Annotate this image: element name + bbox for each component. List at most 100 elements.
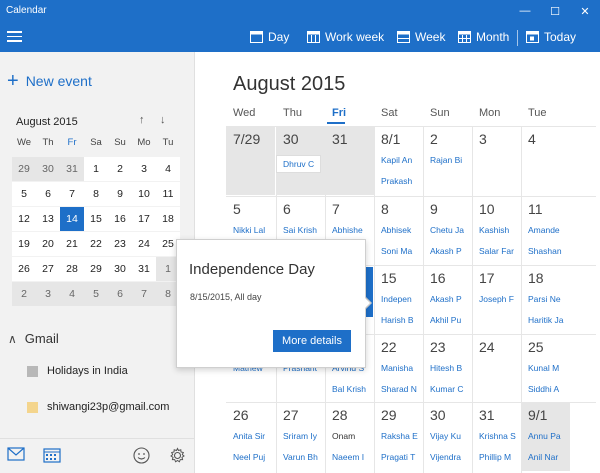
mini-calendar-day[interactable]: 23 [108, 232, 132, 256]
mini-calendar-day[interactable]: 22 [84, 232, 108, 256]
day-cell-number[interactable]: 9/1 [528, 407, 547, 423]
account-header[interactable]: ∧ Gmail [8, 331, 59, 346]
maximize-button[interactable]: ☐ [540, 0, 570, 22]
event-item[interactable]: Indepen [381, 294, 422, 304]
minimize-button[interactable]: — [510, 0, 540, 22]
event-item[interactable]: Rajan Bi [430, 155, 471, 165]
event-item[interactable]: Hitesh B [430, 363, 471, 373]
mini-calendar-title[interactable]: August 2015 [16, 116, 78, 128]
mini-calendar-day[interactable]: 2 [108, 157, 132, 181]
mini-calendar-day[interactable]: 1 [84, 157, 108, 181]
day-cell-number[interactable]: 2 [430, 131, 438, 147]
mini-calendar-day[interactable]: 2 [12, 282, 36, 306]
event-item[interactable]: Bal Krish [332, 384, 373, 394]
day-cell-number[interactable]: 31 [332, 131, 348, 147]
day-cell-number[interactable]: 30 [283, 131, 299, 147]
event-item[interactable]: Abhisek [381, 225, 422, 235]
calendar-item-personal[interactable]: shiwangi23p@gmail.com [27, 401, 169, 413]
event-item[interactable]: Krishna S [479, 431, 520, 441]
day-cell-number[interactable]: 31 [479, 407, 495, 423]
calendar-item-holidays[interactable]: Holidays in India [27, 365, 128, 377]
day-cell-number[interactable]: 17 [479, 270, 495, 286]
day-cell-number[interactable]: 5 [233, 201, 241, 217]
event-item[interactable]: Manisha [381, 363, 422, 373]
day-cell-number[interactable]: 11 [528, 201, 543, 217]
mini-calendar-day[interactable]: 7 [132, 282, 156, 306]
mini-calendar-day[interactable]: 17 [132, 207, 156, 231]
today-button[interactable]: Today [526, 22, 576, 52]
mini-calendar-day[interactable]: 15 [84, 207, 108, 231]
mini-calendar-day[interactable]: 30 [36, 157, 60, 181]
day-cell-number[interactable]: 3 [479, 131, 487, 147]
day-cell-number[interactable]: 6 [283, 201, 291, 217]
event-item[interactable]: Nikki Lal [233, 225, 274, 235]
mail-icon[interactable] [7, 447, 25, 461]
day-cell-number[interactable]: 8/1 [381, 131, 400, 147]
mini-calendar-day[interactable]: 29 [12, 157, 36, 181]
event-item[interactable]: Dhruv C [276, 155, 322, 173]
mini-calendar-day[interactable]: 24 [132, 232, 156, 256]
mini-calendar-day[interactable]: 12 [12, 207, 36, 231]
mini-calendar-day[interactable]: 4 [156, 157, 180, 181]
event-item[interactable]: Sharad N [381, 384, 422, 394]
feedback-smiley-icon[interactable] [133, 447, 150, 464]
day-cell-number[interactable]: 22 [381, 339, 397, 355]
event-item[interactable]: Phillip M [479, 452, 520, 462]
mini-calendar-day[interactable]: 5 [12, 182, 36, 206]
event-item[interactable]: Raksha E [381, 431, 422, 441]
hamburger-menu-icon[interactable] [7, 31, 22, 42]
day-cell-number[interactable]: 18 [528, 270, 544, 286]
event-item[interactable]: Vijay Ku [430, 431, 471, 441]
mini-calendar-day[interactable]: 26 [12, 257, 36, 281]
mini-calendar-day[interactable]: 11 [156, 182, 180, 206]
mini-calendar-prev-icon[interactable]: ↑ [139, 114, 145, 126]
mini-calendar-next-icon[interactable]: ↓ [160, 114, 166, 126]
mini-calendar-day[interactable]: 31 [132, 257, 156, 281]
more-details-button[interactable]: More details [273, 330, 351, 352]
mini-calendar-day[interactable]: 16 [108, 207, 132, 231]
event-item[interactable]: Amande [528, 225, 569, 235]
event-item[interactable]: Sriram Iy [283, 431, 324, 441]
mini-calendar-day[interactable]: 4 [60, 282, 84, 306]
day-cell-number[interactable]: 10 [479, 201, 495, 217]
event-item[interactable]: Sai Krish [283, 225, 324, 235]
work-week-view-button[interactable]: Work week [307, 22, 384, 52]
mini-calendar-day[interactable]: 31 [60, 157, 84, 181]
event-item[interactable]: Kumar C [430, 384, 471, 394]
event-item[interactable]: Parsi Ne [528, 294, 569, 304]
mini-calendar-day[interactable]: 13 [36, 207, 60, 231]
event-item[interactable]: Soni Ma [381, 246, 422, 256]
event-item[interactable]: Akhil Pu [430, 315, 471, 325]
mini-calendar-day[interactable]: 3 [132, 157, 156, 181]
day-cell-number[interactable]: 7/29 [233, 131, 260, 147]
mini-calendar-day[interactable]: 14 [60, 207, 84, 231]
event-item[interactable]: Pragati T [381, 452, 422, 462]
event-item[interactable]: Varun Bh [283, 452, 324, 462]
mini-calendar-day[interactable]: 30 [108, 257, 132, 281]
event-item[interactable]: Kapil An [381, 155, 422, 165]
event-item[interactable]: Kashish [479, 225, 520, 235]
day-cell-number[interactable]: 27 [283, 407, 299, 423]
mini-calendar-day[interactable]: 9 [108, 182, 132, 206]
day-view-button[interactable]: Day [250, 22, 289, 52]
mini-calendar-day[interactable]: 18 [156, 207, 180, 231]
event-item[interactable]: Harish B [381, 315, 422, 325]
event-item[interactable]: Akash P [430, 294, 471, 304]
mini-calendar-day[interactable]: 8 [84, 182, 108, 206]
event-item[interactable]: Neel Puj [233, 452, 274, 462]
day-cell-number[interactable]: 7 [332, 201, 340, 217]
new-event-button[interactable]: + New event [7, 71, 92, 91]
event-item[interactable]: Joseph F [479, 294, 520, 304]
mini-calendar-day[interactable]: 10 [132, 182, 156, 206]
day-cell-number[interactable]: 4 [528, 131, 536, 147]
mini-calendar-day[interactable]: 19 [12, 232, 36, 256]
mini-calendar-day[interactable]: 6 [108, 282, 132, 306]
event-item[interactable]: Shashan [528, 246, 569, 256]
event-item[interactable]: Vijendra [430, 452, 471, 462]
mini-calendar-day[interactable]: 3 [36, 282, 60, 306]
day-cell-number[interactable]: 25 [528, 339, 544, 355]
event-item[interactable]: Kunal M [528, 363, 569, 373]
event-item[interactable]: Haritik Ja [528, 315, 569, 325]
mini-calendar-day[interactable]: 21 [60, 232, 84, 256]
month-view-button[interactable]: Month [458, 22, 509, 52]
